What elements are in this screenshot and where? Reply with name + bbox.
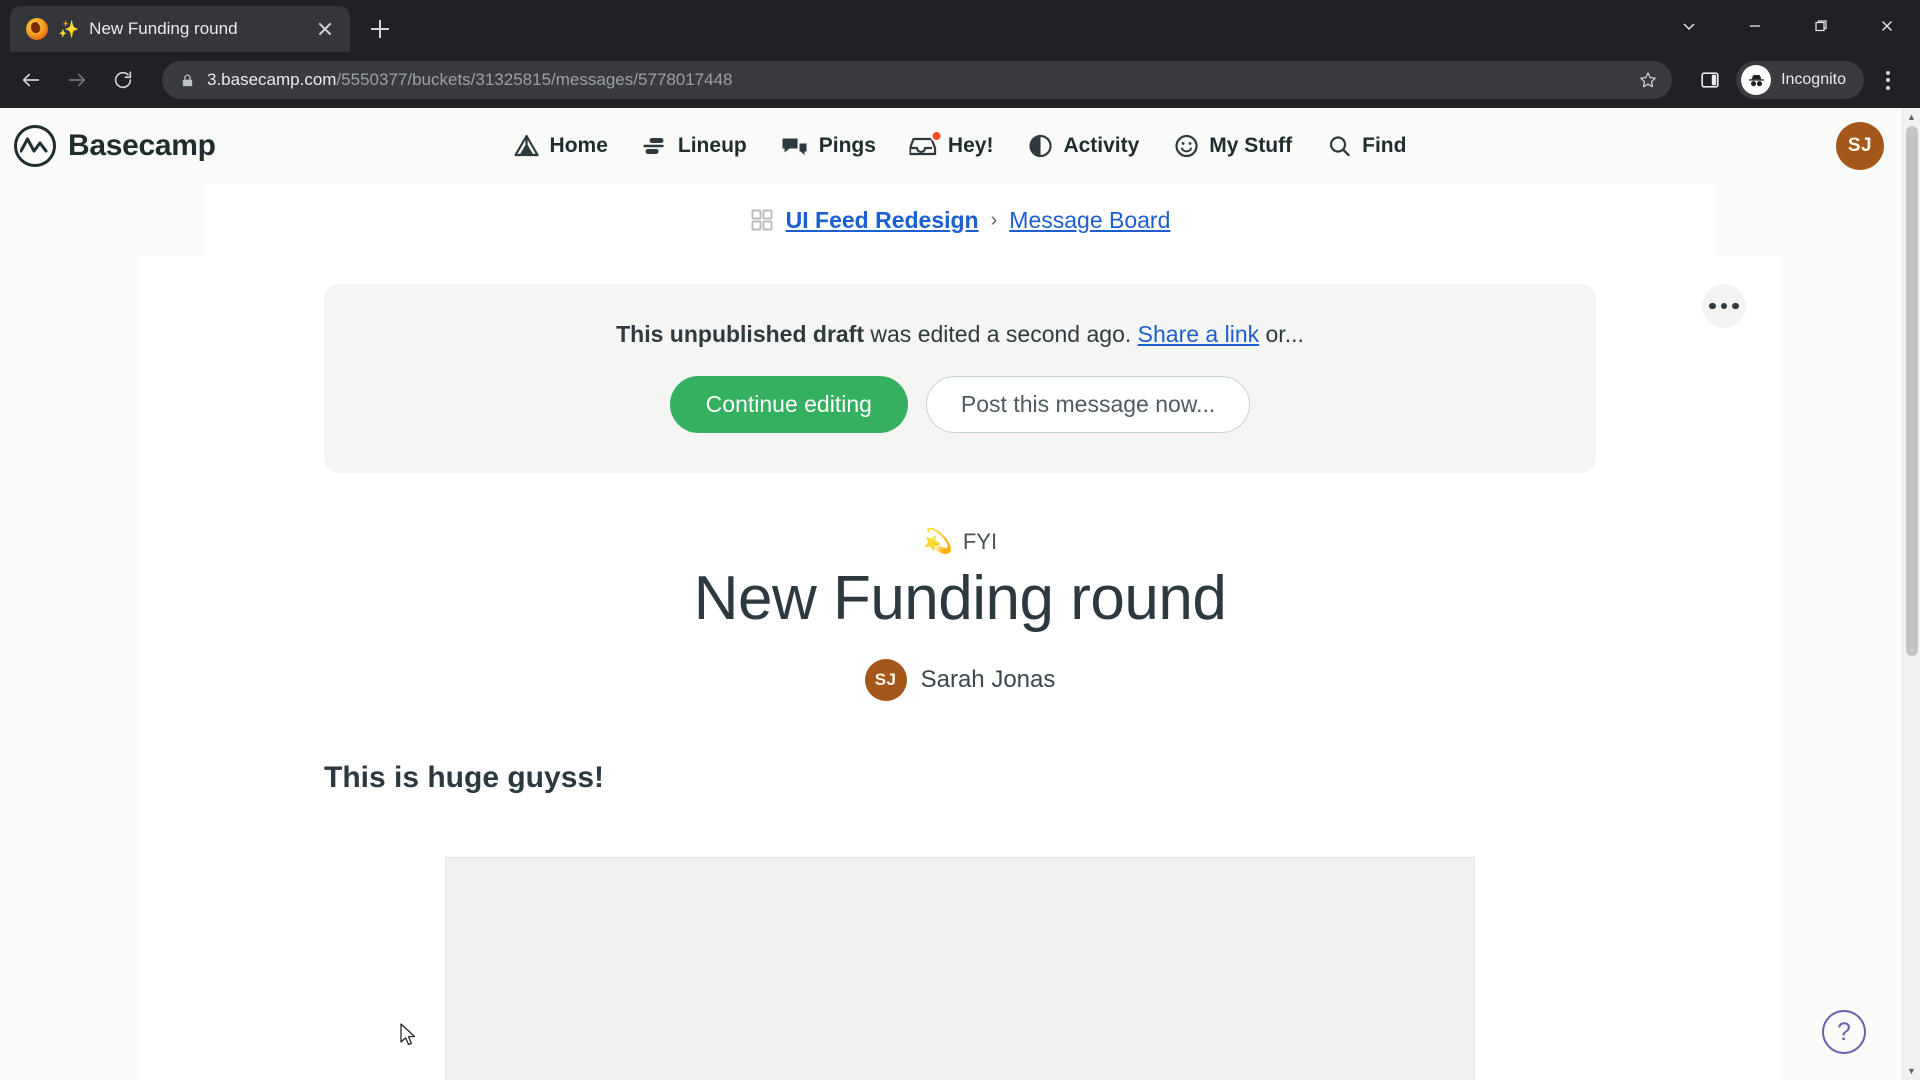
message-author-name: Sarah Jonas [920,666,1056,694]
side-panel-icon[interactable] [1690,60,1730,100]
tab-strip: ✨ New Funding round [0,0,1920,52]
share-a-link[interactable]: Share a link [1138,321,1259,347]
bookmark-star-icon[interactable] [1638,70,1658,90]
window-controls [1656,0,1920,52]
sparkles-icon: 💫 [922,528,953,556]
url-text: 3.basecamp.com/5550377/buckets/31325815/… [207,70,1626,90]
nav-item-label: Home [549,134,608,157]
nav-item-my-stuff[interactable]: My Stuff [1173,134,1292,158]
toolbar-right-actions: Incognito [1690,60,1906,100]
message-category[interactable]: 💫 FYI [923,529,997,555]
message-author[interactable]: SJ Sarah Jonas [864,659,1056,702]
tent-icon [514,134,540,158]
inbox-icon [909,130,943,158]
close-icon[interactable] [312,16,338,42]
search-icon [1326,134,1352,158]
grid-icon [750,208,774,232]
url-path: /5550377/buckets/31325815/messages/57780… [336,70,733,89]
page-scrollbar[interactable]: ▲ ▼ [1902,108,1920,1080]
main-nav: Home Lineup Pings Hey! Activity My Stuff… [514,130,1406,158]
minimize-icon[interactable] [1722,0,1788,52]
page-viewport: Basecamp Home Lineup Pings Hey! Activity… [0,108,1920,1080]
browser-menu-icon[interactable] [1870,60,1906,100]
draft-status-trailing: or... [1259,321,1304,347]
scroll-up-arrow-icon[interactable]: ▲ [1903,108,1920,126]
nav-item-pings[interactable]: Pings [781,134,876,158]
chevron-down-icon[interactable] [1656,0,1722,52]
nav-item-lineup[interactable]: Lineup [642,134,747,158]
forward-button[interactable] [56,59,98,101]
sparkle-icon: ✨ [58,19,80,39]
post-message-now-button[interactable]: Post this message now... [925,376,1251,434]
scrollbar-thumb[interactable] [1906,126,1918,656]
nav-item-home[interactable]: Home [514,134,608,158]
basecamp-logo[interactable]: Basecamp [14,125,216,167]
breadcrumb-section-link[interactable]: Message Board [1009,207,1170,234]
nav-item-label: Lineup [677,134,747,157]
browser-chrome: ✨ New Funding round 3.basecamp.com/55503… [0,0,1920,108]
incognito-icon [1741,65,1772,95]
breadcrumb-separator: › [990,208,998,231]
draft-status-rest: was edited a second ago. [864,321,1138,347]
browser-toolbar: 3.basecamp.com/5550377/buckets/31325815/… [0,52,1920,108]
nav-item-activity[interactable]: Activity [1027,134,1139,158]
nav-item-label: Hey! [947,134,994,157]
message-category-label: FYI [962,529,998,555]
new-tab-button[interactable] [362,11,398,47]
ellipsis-icon[interactable] [1702,284,1746,328]
incognito-profile-chip[interactable]: Incognito [1736,61,1864,99]
draft-status-bold: This unpublished draft [616,321,865,347]
incognito-label: Incognito [1781,71,1846,88]
nav-item-label: Find [1362,134,1407,157]
basecamp-header: Basecamp Home Lineup Pings Hey! Activity… [0,108,1920,184]
help-button[interactable]: ? [1822,1010,1866,1054]
chat-icon [781,134,809,158]
account-avatar[interactable]: SJ [1836,122,1884,170]
nav-item-hey[interactable]: Hey! [909,130,994,158]
basecamp-logo-icon [14,125,56,167]
draft-status-text: This unpublished draft was edited a seco… [364,318,1556,350]
message-card: This unpublished draft was edited a seco… [140,256,1780,1080]
breadcrumb-project-link[interactable]: UI Feed Redesign [786,207,979,234]
smiley-icon [1173,134,1199,158]
breadcrumb: UI Feed Redesign › Message Board [205,184,1715,256]
notification-badge [930,130,943,142]
draft-banner: This unpublished draft was edited a seco… [324,284,1596,474]
message-body: This is huge guyss! [140,761,1780,1080]
window-close-icon[interactable] [1854,0,1920,52]
browser-tab[interactable]: ✨ New Funding round [10,6,350,52]
scroll-down-arrow-icon[interactable]: ▼ [1903,1062,1920,1080]
nav-item-label: Activity [1063,134,1140,157]
address-bar[interactable]: 3.basecamp.com/5550377/buckets/31325815/… [162,61,1673,99]
url-host: 3.basecamp.com [207,70,337,89]
basecamp-favicon-icon [26,18,48,40]
avatar: SJ [864,659,907,702]
tab-title: New Funding round [89,19,238,38]
message-paragraph: This is huge guyss! [324,761,605,795]
draft-actions: Continue editing Post this message now..… [364,376,1556,434]
maximize-icon[interactable] [1788,0,1854,52]
pie-icon [1027,134,1053,158]
reload-button[interactable] [102,59,144,101]
message-attachment-placeholder[interactable] [445,857,1475,1080]
nav-item-find[interactable]: Find [1326,134,1406,158]
page-title: New Funding round [693,564,1227,634]
nav-item-label: My Stuff [1209,134,1293,157]
lock-icon [180,73,195,88]
nav-item-label: Pings [818,134,876,157]
back-button[interactable] [10,59,52,101]
lineup-icon [642,134,668,158]
message-header: 💫 FYI New Funding round SJ Sarah Jonas [140,529,1780,702]
basecamp-brand-label: Basecamp [68,129,216,162]
continue-editing-button[interactable]: Continue editing [669,376,908,434]
